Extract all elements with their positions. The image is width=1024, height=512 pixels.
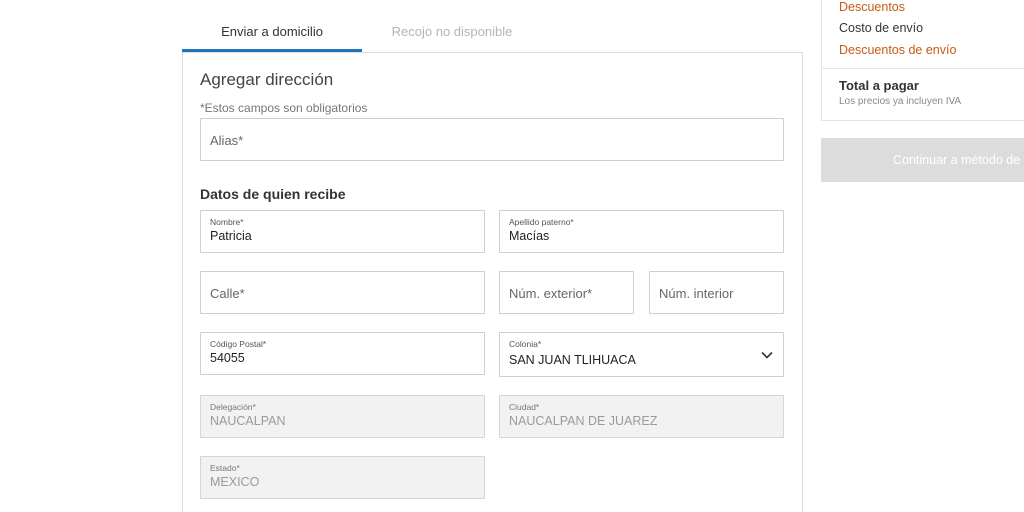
codigo-postal-field[interactable]: Código Postal* 54055 bbox=[200, 332, 485, 375]
colonia-value: SAN JUAN TLIHUACA bbox=[509, 353, 636, 367]
tab-enviar-a-domicilio[interactable]: Enviar a domicilio bbox=[182, 0, 362, 52]
required-fields-note: *Estos campos son obligatorios bbox=[200, 101, 368, 115]
estado-value: MEXICO bbox=[210, 475, 260, 489]
apellido-paterno-field[interactable]: Apellido paterno* Macías bbox=[499, 210, 784, 253]
nombre-field[interactable]: Nombre* Patricia bbox=[200, 210, 485, 253]
continue-payment-label: Continuar a método de p bbox=[893, 153, 1024, 167]
continue-payment-button[interactable]: Continuar a método de p bbox=[821, 138, 1024, 182]
nombre-value: Patricia bbox=[210, 229, 252, 243]
summary-descuentos-envio: Descuentos de envío bbox=[839, 43, 957, 57]
num-interior-placeholder: Núm. interior bbox=[659, 286, 734, 301]
recipient-section-title: Datos de quien recibe bbox=[200, 186, 346, 202]
ciudad-field: Ciudad* NAUCALPAN DE JUAREZ bbox=[499, 395, 784, 438]
colonia-select[interactable]: Colonia* SAN JUAN TLIHUACA bbox=[499, 332, 784, 377]
apellido-paterno-label: Apellido paterno* bbox=[509, 217, 574, 227]
iva-note: Los precios ya incluyen IVA bbox=[839, 96, 962, 107]
nombre-label: Nombre* bbox=[210, 217, 244, 227]
summary-descuentos: Descuentos bbox=[839, 0, 906, 14]
estado-label: Estado* bbox=[210, 463, 240, 473]
ciudad-label: Ciudad* bbox=[509, 402, 540, 412]
num-interior-field[interactable]: Núm. interior bbox=[649, 271, 784, 314]
codigo-postal-value: 54055 bbox=[210, 351, 245, 365]
num-exterior-placeholder: Núm. exterior* bbox=[509, 286, 593, 301]
calle-placeholder: Calle* bbox=[210, 286, 245, 301]
colonia-label: Colonia* bbox=[509, 339, 542, 349]
form-title: Agregar dirección bbox=[200, 70, 334, 89]
chevron-down-icon[interactable] bbox=[761, 349, 773, 361]
apellido-paterno-value: Macías bbox=[509, 229, 550, 243]
ciudad-value: NAUCALPAN DE JUAREZ bbox=[509, 414, 658, 428]
delegacion-value: NAUCALPAN bbox=[210, 414, 286, 428]
delegacion-label: Delegación* bbox=[210, 402, 256, 412]
estado-field: Estado* MEXICO bbox=[200, 456, 485, 499]
num-exterior-field[interactable]: Núm. exterior* bbox=[499, 271, 634, 314]
summary-costo-envio: Costo de envío bbox=[839, 21, 924, 35]
total-a-pagar-label: Total a pagar bbox=[839, 78, 919, 93]
summary-divider bbox=[821, 68, 1024, 69]
alias-field[interactable]: Alias* bbox=[200, 118, 784, 161]
delivery-tabs: Enviar a domicilio Recojo no disponible bbox=[182, 0, 803, 53]
codigo-postal-label: Código Postal* bbox=[210, 339, 267, 349]
alias-placeholder: Alias* bbox=[210, 133, 244, 148]
tab-recojo-no-disponible[interactable]: Recojo no disponible bbox=[362, 0, 542, 52]
delegacion-field: Delegación* NAUCALPAN bbox=[200, 395, 485, 438]
calle-field[interactable]: Calle* bbox=[200, 271, 485, 314]
